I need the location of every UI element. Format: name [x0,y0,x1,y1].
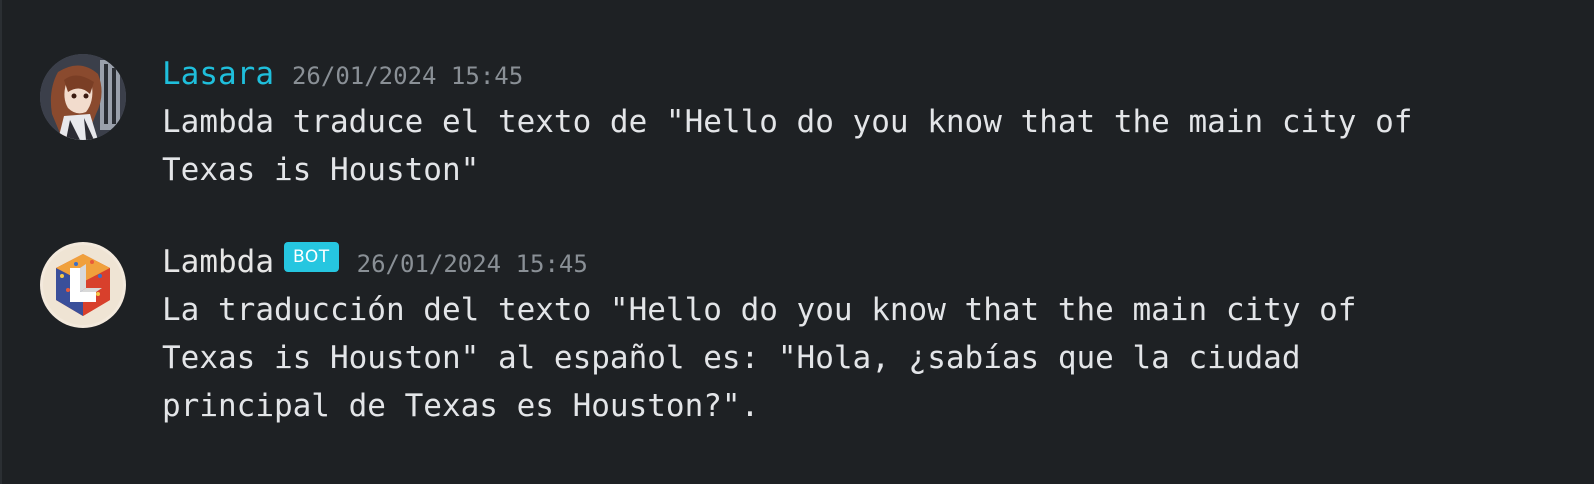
cube-logo-icon [40,242,126,328]
bot-avatar[interactable] [40,242,126,328]
chat-log: Lasara 26/01/2024 15:45 Lambda traduce e… [0,0,1594,484]
message-header: Lasara 26/01/2024 15:45 [162,54,523,94]
anime-girl-avatar-icon [40,54,126,140]
bot-badge: BOT [283,242,339,272]
message-text: La traducción del texto "Hello do you kn… [162,292,1357,424]
message-timestamp: 26/01/2024 15:45 [356,250,588,278]
author-name[interactable]: Lambda [162,242,274,282]
message-header: Lambda BOT 26/01/2024 15:45 [162,242,588,282]
left-divider [0,0,2,484]
author-name[interactable]: Lasara [162,54,274,94]
message-timestamp: 26/01/2024 15:45 [291,62,524,90]
message-text: Lambda traduce el texto de "Hello do you… [162,104,1413,188]
user-avatar[interactable] [40,54,126,140]
